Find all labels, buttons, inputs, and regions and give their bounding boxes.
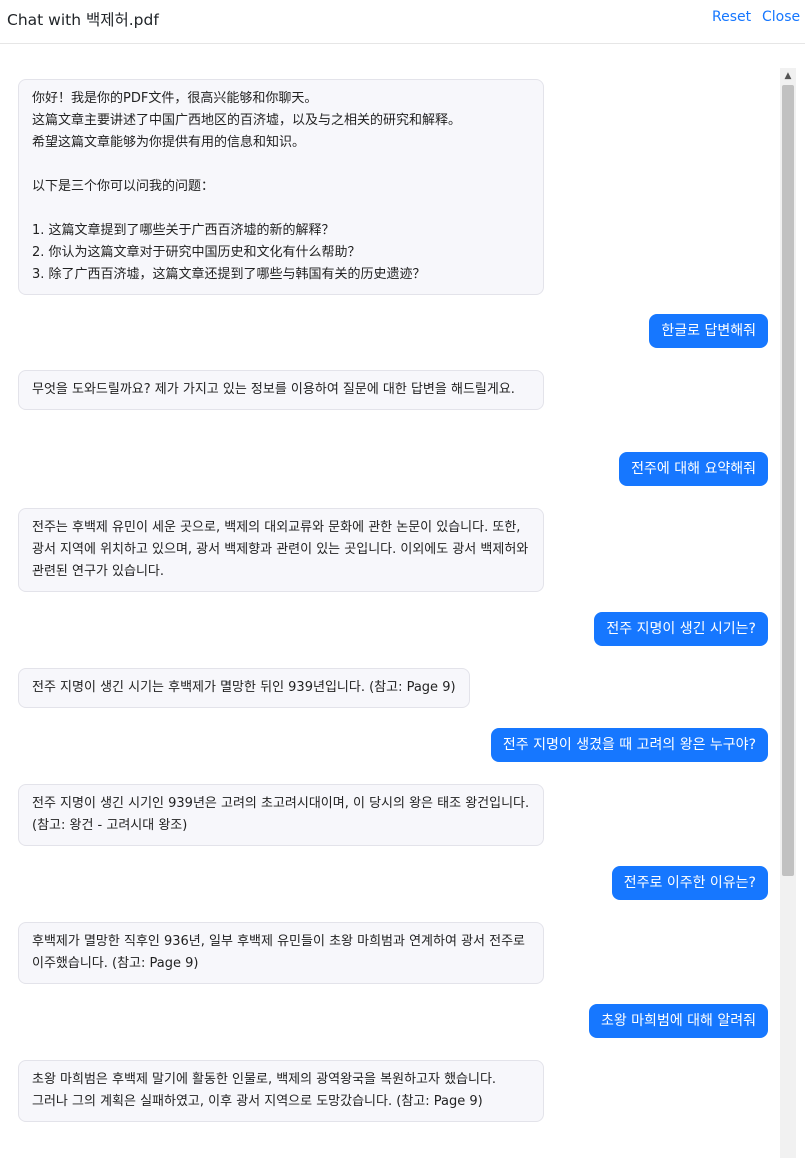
bot-message: 초왕 마희범은 후백제 말기에 활동한 인물로, 백제의 광역왕국을 복원하고자…: [18, 1060, 544, 1122]
chat-messages: 你好！我是你的PDF文件，很高兴能够和你聊天。这篇文章主要讲述了中国广西地区的百…: [0, 44, 805, 1158]
bot-message: 전주는 후백제 유민이 세운 곳으로, 백제의 대외교류와 문화에 관한 논문이…: [18, 508, 544, 592]
user-message: 전주에 대해 요약해줘: [619, 452, 768, 486]
bot-message: 전주 지명이 생긴 시기는 후백제가 멸망한 뒤인 939년입니다. (참고: …: [18, 668, 470, 708]
bot-message: 你好！我是你的PDF文件，很高兴能够和你聊天。这篇文章主要讲述了中国广西地区的百…: [18, 79, 544, 295]
close-button[interactable]: Close: [762, 9, 800, 25]
user-message: 초왕 마희범에 대해 알려줘: [588, 1004, 768, 1038]
chat-header: Chat with 백제허.pdf Reset Close: [0, 0, 805, 44]
user-message: 한글로 답변해줘: [649, 314, 768, 348]
user-message: 전주로 이주한 이유는?: [611, 866, 768, 900]
scroll-up-arrow-icon[interactable]: ▲: [780, 68, 796, 84]
scrollbar[interactable]: ▲: [780, 68, 796, 1158]
bot-message: 후백제가 멸망한 직후인 936년, 일부 후백제 유민들이 초왕 마희범과 연…: [18, 922, 544, 984]
user-message: 전주 지명이 생긴 시기는?: [594, 612, 768, 646]
page-title: Chat with 백제허.pdf: [7, 11, 159, 29]
scrollbar-thumb[interactable]: [782, 85, 794, 876]
bot-message: 무엇을 도와드릴까요? 제가 가지고 있는 정보를 이용하여 질문에 대한 답변…: [18, 370, 544, 410]
bot-message: 전주 지명이 생긴 시기인 939년은 고려의 초고려시대이며, 이 당시의 왕…: [18, 784, 544, 846]
reset-button[interactable]: Reset: [712, 9, 751, 25]
user-message: 전주 지명이 생겼을 때 고려의 왕은 누구야?: [490, 728, 768, 762]
